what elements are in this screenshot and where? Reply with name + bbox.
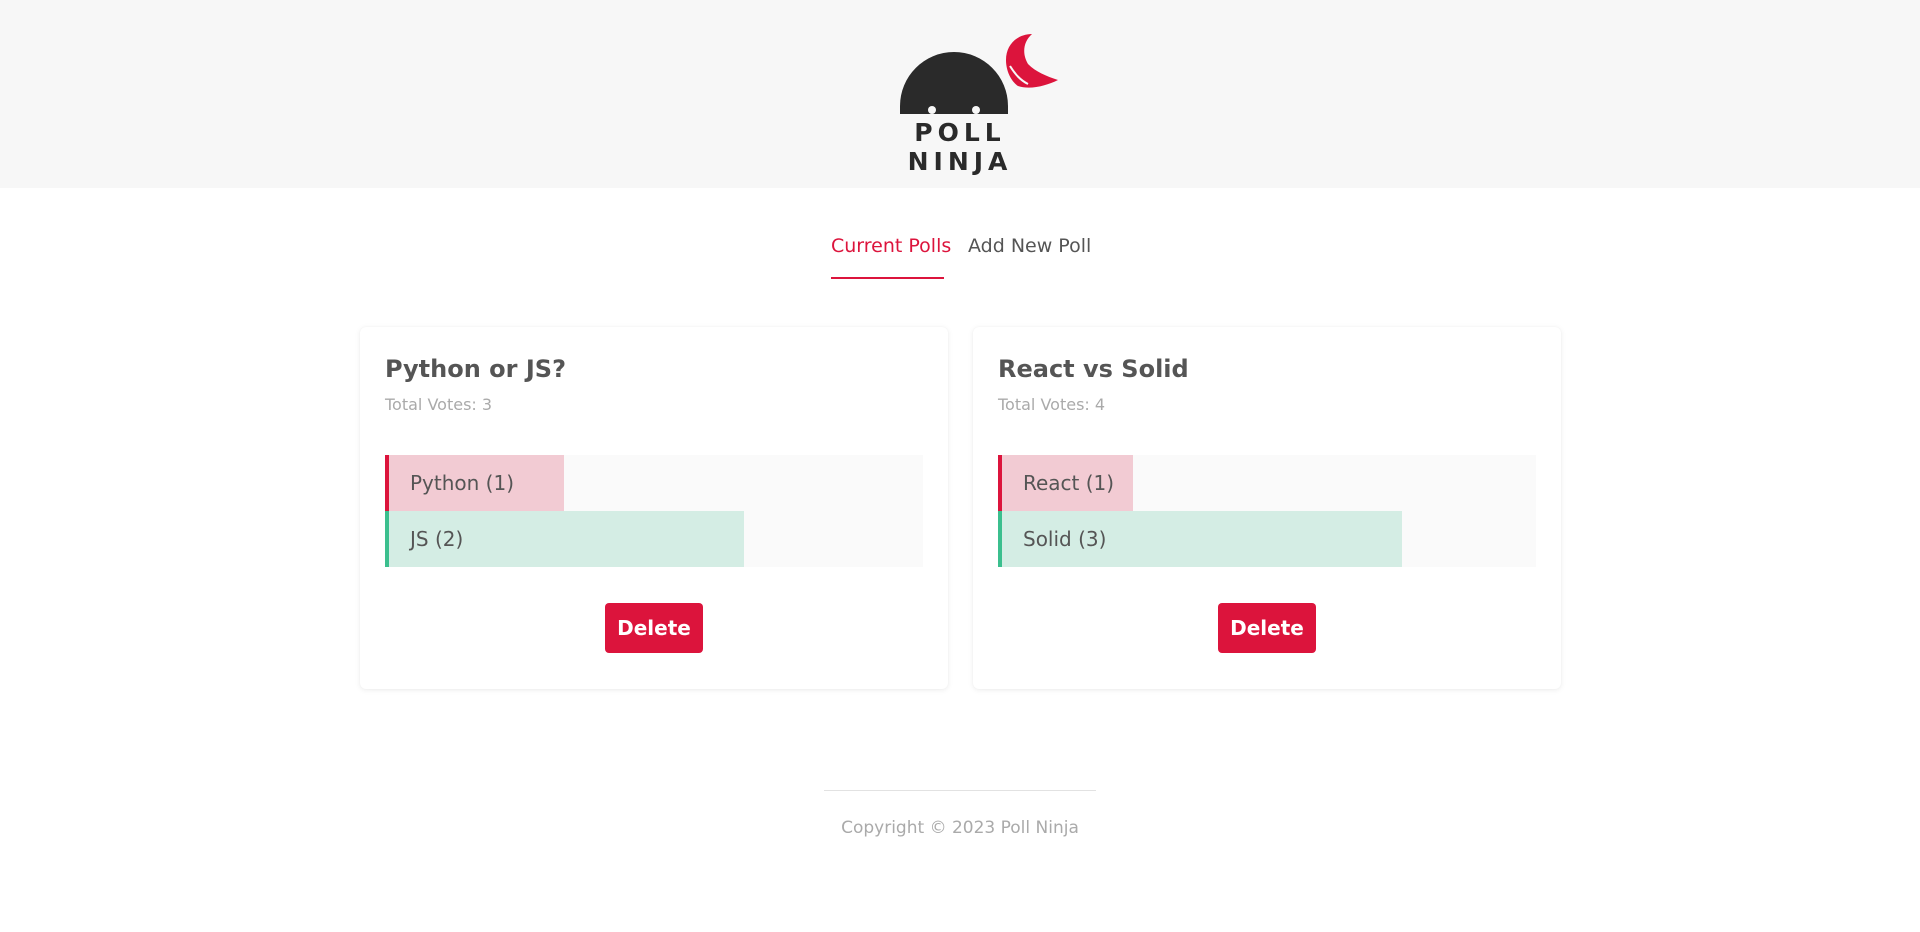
tab-current-polls[interactable]: Current Polls [831,235,951,279]
poll-option: Python (1) [385,455,923,511]
tab-add-new-poll[interactable]: Add New Poll [968,235,1091,277]
poll-card: React vs Solid Total Votes: 4 React (1) … [973,327,1561,689]
poll-option-label: JS (2) [410,527,464,551]
logo-text: POLL NINJA [907,118,1013,176]
delete-button[interactable]: Delete [1218,603,1316,653]
poll-title: React vs Solid [998,355,1189,383]
logo: POLL NINJA [860,30,1060,176]
footer-divider [824,790,1096,791]
poll-option: React (1) [998,455,1536,511]
delete-button[interactable]: Delete [605,603,703,653]
poll-total-votes: Total Votes: 4 [998,395,1106,414]
poll-option-label: React (1) [1023,471,1115,495]
poll-option: JS (2) [385,511,923,567]
poll-card: Python or JS? Total Votes: 3 Python (1) … [360,327,948,689]
header: POLL NINJA [0,0,1920,188]
nav-tabs: Current Polls Add New Poll [0,235,1920,280]
poll-option: Solid (3) [998,511,1536,567]
poll-option-label: Solid (3) [1023,527,1107,551]
poll-total-votes: Total Votes: 3 [385,395,493,414]
poll-title: Python or JS? [385,355,566,383]
ninja-logo-icon [900,34,1058,114]
footer-copyright: Copyright © 2023 Poll Ninja [841,818,1079,838]
poll-option-label: Python (1) [410,471,515,495]
